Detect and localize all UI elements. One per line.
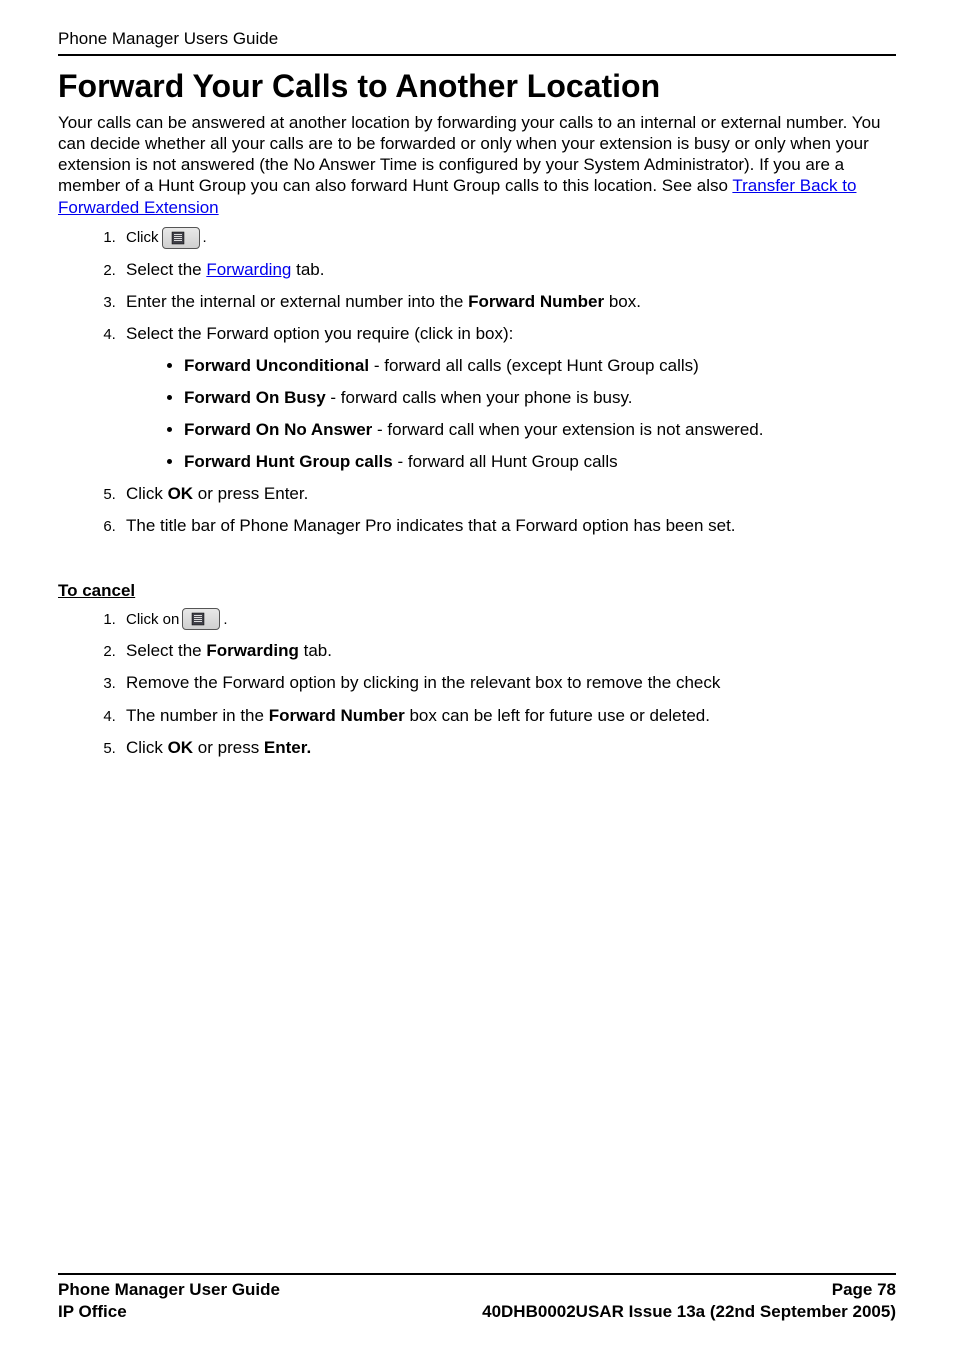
step-1-prefix: Click	[126, 228, 159, 248]
step-4: Select the Forward option you require (c…	[120, 323, 896, 473]
step-1: Click .	[120, 226, 896, 249]
step-5-prefix: Click	[126, 484, 168, 503]
step-2-suffix: tab.	[291, 260, 324, 279]
cancel-step-5: Click OK or press Enter.	[120, 737, 896, 759]
option-no-answer: Forward On No Answer - forward call when…	[184, 419, 896, 441]
cancel-step-4-suffix: box can be left for future use or delete…	[405, 706, 710, 725]
footer-divider	[58, 1273, 896, 1275]
running-header: Phone Manager Users Guide	[58, 28, 896, 50]
ok-bold: OK	[168, 484, 194, 503]
option-unconditional: Forward Unconditional - forward all call…	[184, 355, 896, 377]
cancel-steps-list: Click on . Select the Forwarding tab. Re…	[58, 608, 896, 759]
forward-options-list: Forward Unconditional - forward all call…	[126, 355, 896, 473]
cancel-step-1-suffix: .	[223, 610, 227, 630]
cancel-step-2-prefix: Select the	[126, 641, 206, 660]
option-on-busy-desc: - forward calls when your phone is busy.	[326, 388, 633, 407]
footer-product-name: IP Office	[58, 1301, 127, 1323]
step-3: Enter the internal or external number in…	[120, 291, 896, 313]
footer-page-number: Page 78	[832, 1279, 896, 1301]
step-5: Click OK or press Enter.	[120, 483, 896, 505]
option-hunt-group-desc: - forward all Hunt Group calls	[393, 452, 618, 471]
step-3-suffix: box.	[604, 292, 641, 311]
cancel-step-5-prefix: Click	[126, 738, 168, 757]
cancel-step-1-prefix: Click on	[126, 610, 179, 630]
main-steps-list: Click . Select the Forwarding tab. Enter…	[58, 226, 896, 538]
cancel-step-4-prefix: The number in the	[126, 706, 269, 725]
step-1-suffix: .	[203, 228, 207, 248]
cancel-step-2-suffix: tab.	[299, 641, 332, 660]
cancel-forward-number-bold: Forward Number	[269, 706, 405, 725]
page-title: Forward Your Calls to Another Location	[58, 66, 896, 108]
cancel-enter-bold: Enter.	[264, 738, 311, 757]
cancel-step-1: Click on .	[120, 608, 896, 631]
step-3-prefix: Enter the internal or external number in…	[126, 292, 468, 311]
cancel-ok-bold: OK	[168, 738, 194, 757]
step-2: Select the Forwarding tab.	[120, 259, 896, 281]
option-hunt-group-label: Forward Hunt Group calls	[184, 452, 393, 471]
header-divider	[58, 54, 896, 56]
cancel-step-3: Remove the Forward option by clicking in…	[120, 672, 896, 694]
step-6-text: The title bar of Phone Manager Pro indic…	[126, 516, 736, 535]
cancel-step-4: The number in the Forward Number box can…	[120, 705, 896, 727]
cancel-forwarding-bold: Forwarding	[206, 641, 299, 660]
cancel-step-3-text: Remove the Forward option by clicking in…	[126, 673, 720, 692]
preferences-icon-button[interactable]	[162, 227, 200, 249]
footer-guide-title: Phone Manager User Guide	[58, 1279, 280, 1301]
page-footer: Phone Manager User Guide Page 78 IP Offi…	[58, 1273, 896, 1323]
cancel-step-2: Select the Forwarding tab.	[120, 640, 896, 662]
preferences-icon-button-2[interactable]	[182, 608, 220, 630]
forward-number-bold: Forward Number	[468, 292, 604, 311]
step-4-text: Select the Forward option you require (c…	[126, 324, 513, 343]
footer-doc-id: 40DHB0002USAR Issue 13a (22nd September …	[482, 1301, 896, 1323]
step-2-prefix: Select the	[126, 260, 206, 279]
step-6: The title bar of Phone Manager Pro indic…	[120, 515, 896, 537]
cancel-step-5-mid: or press	[193, 738, 264, 757]
option-hunt-group: Forward Hunt Group calls - forward all H…	[184, 451, 896, 473]
option-unconditional-label: Forward Unconditional	[184, 356, 369, 375]
option-no-answer-label: Forward On No Answer	[184, 420, 372, 439]
intro-paragraph: Your calls can be answered at another lo…	[58, 112, 896, 218]
option-on-busy: Forward On Busy - forward calls when you…	[184, 387, 896, 409]
option-no-answer-desc: - forward call when your extension is no…	[372, 420, 763, 439]
option-unconditional-desc: - forward all calls (except Hunt Group c…	[369, 356, 699, 375]
option-on-busy-label: Forward On Busy	[184, 388, 326, 407]
cancel-heading: To cancel	[58, 580, 896, 602]
forwarding-tab-link[interactable]: Forwarding	[206, 260, 291, 279]
step-5-suffix: or press Enter.	[193, 484, 308, 503]
